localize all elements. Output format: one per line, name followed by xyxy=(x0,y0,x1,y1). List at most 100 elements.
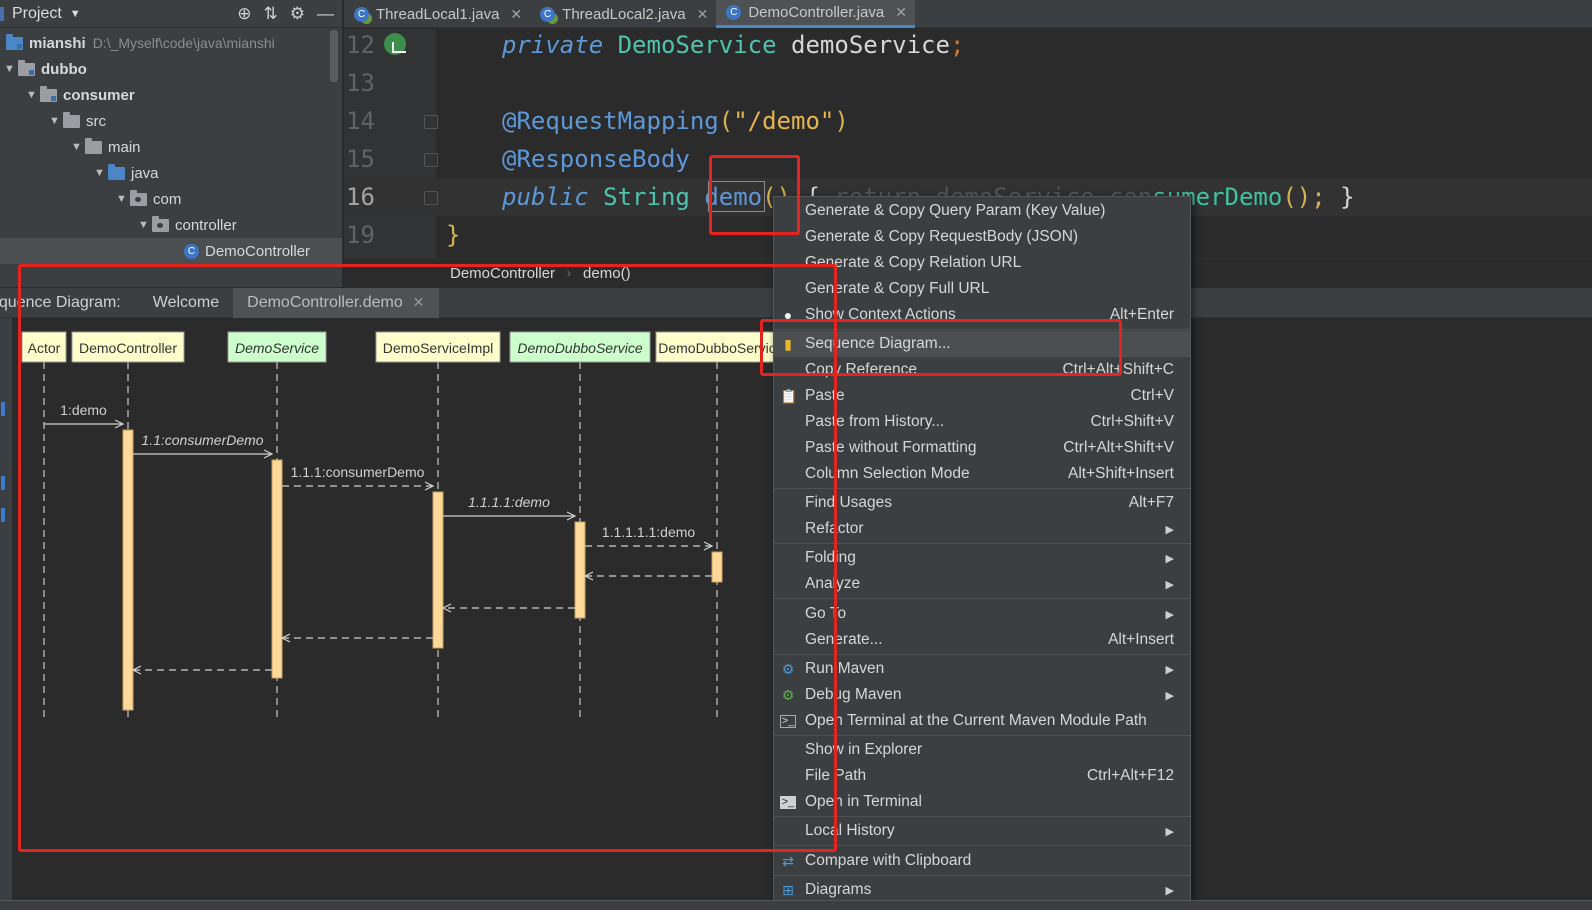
submenu-arrow-icon: ▶ xyxy=(1165,825,1174,838)
tree-item-democontroller[interactable]: C DemoController xyxy=(184,238,310,264)
menu-item-find-usages[interactable]: Find Usages Alt+F7 xyxy=(774,490,1190,516)
menu-item-copy-relation-url[interactable]: Generate & Copy Relation URL xyxy=(774,250,1190,276)
menu-item-analyze[interactable]: Analyze ▶ xyxy=(774,571,1190,597)
terminal-icon: >_ xyxy=(780,796,796,809)
menu-separator xyxy=(774,654,1190,655)
java-class-icon: C xyxy=(540,6,556,22)
paren: ( xyxy=(718,107,734,135)
fold-marker-icon[interactable] xyxy=(424,191,438,205)
toolbar-marker[interactable] xyxy=(1,476,5,490)
project-toolbar: ⊕ ⇅ ⚙ — xyxy=(237,0,334,28)
tab-democontroller[interactable]: C DemoController.java ✕ xyxy=(716,0,915,28)
line-number: 16 xyxy=(346,183,375,211)
menu-item-refactor[interactable]: Refactor ▶ xyxy=(774,516,1190,542)
menu-item-debug-maven[interactable]: ⚙ Debug Maven ▶ xyxy=(774,682,1190,708)
close-icon[interactable]: ✕ xyxy=(413,294,425,311)
menu-item-paste[interactable]: 📋 Paste Ctrl+V xyxy=(774,383,1190,409)
module-folder-icon xyxy=(40,85,57,102)
menu-shortcut: Alt+Enter xyxy=(1109,306,1174,323)
tab-label: ThreadLocal1.java xyxy=(376,5,500,23)
expand-arrow-icon[interactable]: ▼ xyxy=(116,193,130,205)
menu-separator xyxy=(774,543,1190,544)
chevron-down-icon[interactable]: ▼ xyxy=(70,8,81,20)
menu-item-paste-without-formatting[interactable]: Paste without Formatting Ctrl+Alt+Shift+V xyxy=(774,435,1190,461)
line-number: 19 xyxy=(346,221,375,249)
menu-separator xyxy=(774,875,1190,876)
collapse-all-icon[interactable]: ⇅ xyxy=(264,4,278,24)
tree-item-mianshi[interactable]: mianshi D:\_Myself\code\java\mianshi xyxy=(6,30,275,56)
menu-label: Paste xyxy=(805,387,845,404)
tree-item-dubbo[interactable]: ▼ dubbo xyxy=(4,56,87,82)
close-icon[interactable]: ✕ xyxy=(510,6,522,23)
expand-arrow-icon[interactable]: ▼ xyxy=(26,89,40,101)
tree-item-controller[interactable]: ▼ controller xyxy=(138,212,237,238)
tree-item-main[interactable]: ▼ main xyxy=(71,134,141,160)
code-line-15[interactable]: 15 @ResponseBody xyxy=(344,140,1592,178)
tree-item-src[interactable]: ▼ src xyxy=(49,108,106,134)
menu-item-go-to[interactable]: Go To ▶ xyxy=(774,601,1190,627)
expand-arrow-icon[interactable]: ▼ xyxy=(138,219,152,231)
participant-label: DemoService xyxy=(235,340,319,356)
expand-arrow-icon[interactable]: ▼ xyxy=(94,167,108,179)
menu-label: Open in Terminal xyxy=(805,793,922,810)
code-line-12[interactable]: 12 private DemoService demoService; xyxy=(344,26,1592,64)
menu-item-open-terminal-maven[interactable]: >_ Open Terminal at the Current Maven Mod… xyxy=(774,708,1190,734)
menu-item-copy-full-url[interactable]: Generate & Copy Full URL xyxy=(774,276,1190,302)
tab-threadlocal2[interactable]: C ThreadLocal2.java ✕ xyxy=(530,0,716,28)
menu-item-copy-query-param[interactable]: Generate & Copy Query Param (Key Value) xyxy=(774,198,1190,224)
fold-marker-icon[interactable] xyxy=(424,115,438,129)
menu-item-generate[interactable]: Generate... Alt+Insert xyxy=(774,627,1190,653)
project-scrollbar[interactable] xyxy=(330,30,338,82)
menu-item-sequence-diagram[interactable]: ▮ Sequence Diagram... xyxy=(774,331,1190,357)
menu-item-column-selection-mode[interactable]: Column Selection Mode Alt+Shift+Insert xyxy=(774,461,1190,487)
menu-item-compare-with-clipboard[interactable]: ⇄ Compare with Clipboard xyxy=(774,848,1190,874)
tab-democontroller-demo[interactable]: DemoController.demo ✕ xyxy=(233,287,439,318)
menu-item-file-path[interactable]: File Path Ctrl+Alt+F12 xyxy=(774,763,1190,789)
locate-icon[interactable]: ⊕ xyxy=(237,4,251,24)
menu-shortcut: Ctrl+Alt+F12 xyxy=(1086,767,1174,784)
expand-arrow-icon[interactable]: ▼ xyxy=(71,141,85,153)
menu-item-run-maven[interactable]: ⚙ Run Maven ▶ xyxy=(774,656,1190,682)
code-line-13[interactable]: 13 xyxy=(344,64,1592,102)
breadcrumb-method[interactable]: demo() xyxy=(583,265,631,282)
sequence-diagram-svg: Actor DemoController DemoService DemoServic… xyxy=(21,331,779,718)
expand-arrow-icon[interactable]: ▼ xyxy=(4,63,18,75)
menu-item-copy-reference[interactable]: Copy Reference Ctrl+Alt+Shift+C xyxy=(774,357,1190,383)
close-icon[interactable]: ✕ xyxy=(697,6,709,23)
minimize-icon[interactable]: — xyxy=(317,4,334,24)
tab-welcome[interactable]: Welcome xyxy=(139,288,233,318)
gear-icon[interactable]: ⚙ xyxy=(290,4,305,24)
tree-item-java[interactable]: ▼ java xyxy=(94,160,159,186)
menu-item-local-history[interactable]: Local History ▶ xyxy=(774,818,1190,844)
run-gutter-icon[interactable] xyxy=(384,33,406,55)
module-folder-icon xyxy=(6,33,23,50)
tree-item-com[interactable]: ▼ com xyxy=(116,186,181,212)
tree-item-consumer[interactable]: ▼ consumer xyxy=(26,82,135,108)
close-icon[interactable]: ✕ xyxy=(895,4,907,21)
fold-marker-icon[interactable] xyxy=(424,153,438,167)
package-icon xyxy=(152,215,169,232)
menu-item-paste-from-history[interactable]: Paste from History... Ctrl+Shift+V xyxy=(774,409,1190,435)
menu-item-folding[interactable]: Folding ▶ xyxy=(774,545,1190,571)
submenu-arrow-icon: ▶ xyxy=(1165,578,1174,591)
menu-separator xyxy=(774,845,1190,846)
breadcrumb-class[interactable]: DemoController xyxy=(450,265,555,282)
menu-item-show-context-actions[interactable]: ● Show Context Actions Alt+Enter xyxy=(774,302,1190,328)
menu-separator xyxy=(774,598,1190,599)
menu-item-show-in-explorer[interactable]: Show in Explorer xyxy=(774,737,1190,763)
message-label: 1.1.1.1:demo xyxy=(468,494,550,510)
toolbar-marker[interactable] xyxy=(1,402,5,416)
project-title[interactable]: Project xyxy=(12,5,62,23)
tab-threadlocal1[interactable]: C ThreadLocal1.java ✕ xyxy=(344,0,530,28)
menu-item-open-in-terminal[interactable]: >_ Open in Terminal xyxy=(774,789,1190,815)
project-tool-window: Project ▼ ⊕ ⇅ ⚙ — mianshi D:\_Myself\cod… xyxy=(0,0,343,287)
expand-arrow-icon[interactable]: ▼ xyxy=(49,115,63,127)
menu-shortcut: Alt+Shift+Insert xyxy=(1068,465,1174,482)
participant-label: DemoDubboService xyxy=(517,340,642,356)
code-line-14[interactable]: 14 @RequestMapping("/demo") xyxy=(344,102,1592,140)
menu-label: Generate & Copy Relation URL xyxy=(805,254,1022,271)
type-name: DemoService xyxy=(617,31,777,59)
menu-item-copy-request-body[interactable]: Generate & Copy RequestBody (JSON) xyxy=(774,224,1190,250)
tab-label: DemoController.demo xyxy=(247,293,403,311)
toolbar-marker[interactable] xyxy=(1,508,5,522)
